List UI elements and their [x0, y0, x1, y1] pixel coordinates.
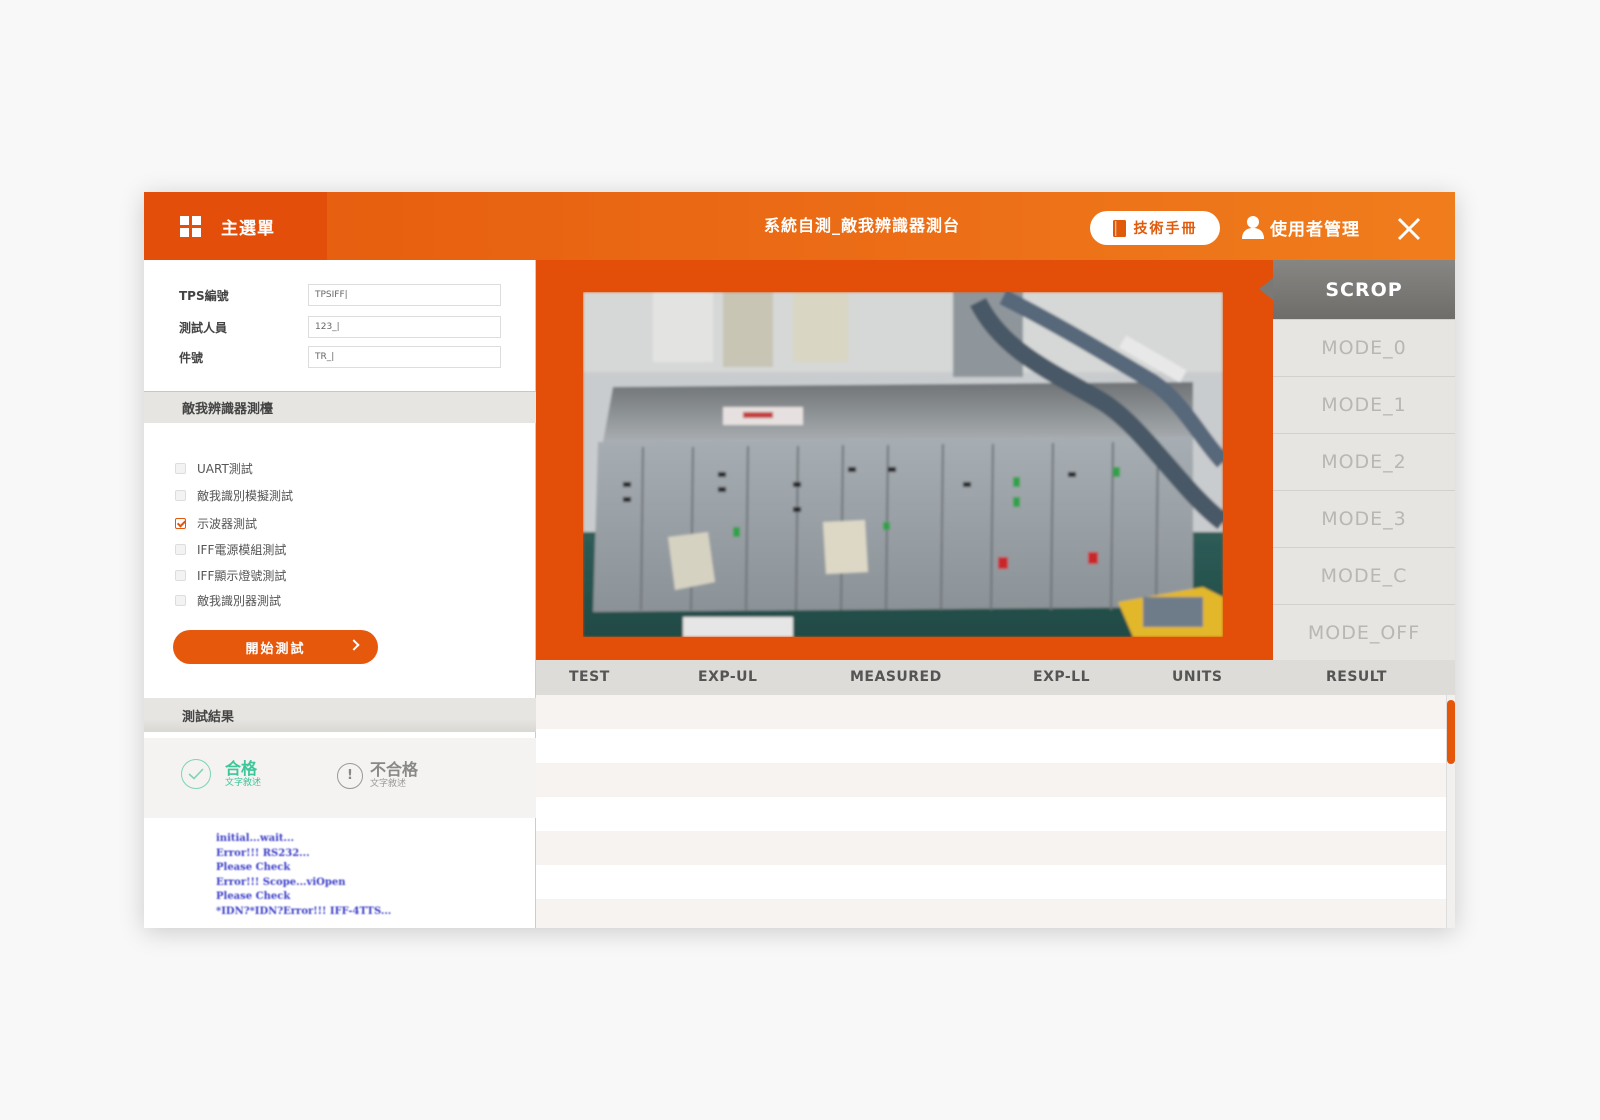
checkbox-checked-icon[interactable] [175, 518, 186, 529]
mode-label: MODE_C [1320, 565, 1408, 587]
grid-menu-icon [180, 215, 201, 237]
mode-scrop-button[interactable]: SCROP [1259, 260, 1455, 319]
column-header-result: RESULT [1326, 669, 1387, 685]
column-header-measured: MEASURED [850, 669, 942, 685]
user-management-label: 使用者管理 [1270, 219, 1360, 240]
top-bar: 主選單 系統自測_敵我辨識器測台 技術手冊 使用者管理 [144, 192, 1455, 260]
part-number-label: 件號 [179, 350, 204, 365]
tech-manual-button[interactable]: 技術手冊 [1090, 211, 1220, 245]
test-item-oscilloscope[interactable]: 示波器測試 [175, 515, 257, 532]
checkbox-icon[interactable] [175, 490, 186, 501]
test-item-label: 敵我識別器測試 [197, 594, 282, 608]
active-pointer-icon [1259, 278, 1273, 300]
user-icon [1242, 216, 1264, 239]
result-pass: 合格 文字敘述 [181, 759, 261, 789]
mode-label: MODE_OFF [1307, 621, 1421, 644]
main-menu-label: 主選單 [221, 218, 275, 239]
equipment-photo [583, 292, 1223, 637]
table-row [536, 729, 1446, 763]
test-item-iff-sim[interactable]: 敵我識別模擬測試 [175, 487, 293, 504]
test-item-label: UART測試 [197, 462, 253, 476]
test-item-label: IFF電源模組測試 [197, 543, 287, 557]
part-number-row: 件號 TR_| [179, 346, 501, 368]
mode-label: MODE_3 [1321, 508, 1407, 530]
column-header-test: TEST [569, 669, 610, 685]
table-header: TEST EXP-UL MEASURED EXP-LL UNITS RESULT [536, 660, 1455, 695]
log-line: Error!!! Scope...viOpen [216, 876, 346, 888]
column-header-units: UNITS [1172, 669, 1223, 685]
mode-1-button[interactable]: MODE_1 [1273, 376, 1455, 433]
mode-c-button[interactable]: MODE_C [1273, 547, 1455, 604]
checkbox-icon[interactable] [175, 463, 186, 474]
main-menu-button[interactable]: 主選單 [144, 192, 327, 260]
log-line: *IDN?*IDN?Error!!! IFF-4TTS... [216, 905, 392, 917]
table-row [536, 865, 1446, 899]
exclamation-circle-icon: ! [337, 762, 363, 789]
tester-row: 測試人員 123_| [179, 316, 501, 338]
start-test-button[interactable]: 開始測試 [173, 630, 378, 664]
mode-label: MODE_1 [1321, 394, 1407, 416]
pass-title: 合格 [225, 758, 258, 778]
test-item-indicator-lights[interactable]: IFF顯示燈號測試 [175, 567, 286, 584]
checkbox-icon[interactable] [175, 570, 186, 581]
app-title: 系統自測_敵我辨識器測台 [764, 216, 961, 235]
test-item-label: 示波器測試 [197, 517, 258, 531]
column-header-exp-ul: EXP-UL [698, 669, 758, 685]
table-row [536, 831, 1446, 865]
test-item-uart[interactable]: UART測試 [175, 460, 253, 477]
tps-number-label: TPS編號 [179, 288, 229, 303]
column-header-exp-ll: EXP-LL [1033, 669, 1091, 685]
mode-selector: SCROP MODE_0 MODE_1 MODE_2 MODE_3 MODE_C… [1259, 260, 1455, 660]
tester-input[interactable]: 123_| [308, 316, 501, 338]
book-icon [1112, 219, 1126, 237]
mode-3-button[interactable]: MODE_3 [1273, 490, 1455, 547]
table-row [536, 763, 1446, 797]
table-row [536, 695, 1446, 729]
table-scrollbar-thumb[interactable] [1447, 700, 1455, 764]
fail-title: 不合格 [370, 760, 419, 779]
equipment-view-panel [536, 260, 1273, 660]
checkbox-icon[interactable] [175, 595, 186, 606]
mode-label: SCROP [1325, 278, 1403, 301]
table-row [536, 797, 1446, 831]
checkbox-icon[interactable] [175, 544, 186, 555]
mode-off-button[interactable]: MODE_OFF [1273, 604, 1455, 660]
log-line: Please Check [216, 862, 291, 873]
mode-2-button[interactable]: MODE_2 [1273, 433, 1455, 490]
result-fail: ! 不合格 文字敘述 [337, 761, 418, 790]
chevron-right-icon [348, 639, 360, 651]
check-circle-icon [181, 759, 211, 789]
log-line: initial...wait... [216, 833, 294, 844]
start-test-label: 開始測試 [245, 641, 306, 657]
log-line: Error!!! RS232... [216, 847, 310, 859]
results-summary: 合格 文字敘述 ! 不合格 文字敘述 [144, 738, 536, 818]
test-log: initial...wait... Error!!! RS232... Plea… [216, 832, 391, 919]
left-panel: TPS編號 TPSIFF| 測試人員 123_| 件號 TR_| 敵我辨識器測檯… [144, 260, 536, 928]
log-line: Please Check [216, 891, 291, 902]
results-heading: 測試結果 [144, 698, 536, 732]
tester-label: 測試人員 [179, 320, 228, 335]
app-window: 主選單 系統自測_敵我辨識器測台 技術手冊 使用者管理 TPS編號 TPSIFF… [144, 192, 1455, 928]
test-item-power-module[interactable]: IFF電源模組測試 [175, 541, 286, 558]
user-management-button[interactable]: 使用者管理 [1242, 210, 1360, 244]
mode-label: MODE_2 [1321, 451, 1407, 473]
test-item-label: 敵我識別模擬測試 [197, 489, 294, 503]
table-row [536, 899, 1446, 928]
fail-subtitle: 文字敘述 [370, 779, 407, 789]
mode-label: MODE_0 [1321, 337, 1407, 359]
test-item-label: IFF顯示燈號測試 [197, 569, 287, 583]
close-icon[interactable] [1396, 216, 1422, 242]
test-section-heading: 敵我辨識器測檯 [144, 391, 536, 423]
results-table: TEST EXP-UL MEASURED EXP-LL UNITS RESULT [536, 660, 1455, 928]
tps-number-input[interactable]: TPSIFF| [308, 284, 501, 306]
mode-0-button[interactable]: MODE_0 [1273, 319, 1455, 376]
tps-number-row: TPS編號 TPSIFF| [179, 284, 501, 306]
tech-manual-label: 技術手冊 [1133, 221, 1198, 237]
test-item-iff-unit[interactable]: 敵我識別器測試 [175, 592, 281, 609]
part-number-input[interactable]: TR_| [308, 346, 501, 368]
pass-subtitle: 文字敘述 [225, 777, 262, 788]
